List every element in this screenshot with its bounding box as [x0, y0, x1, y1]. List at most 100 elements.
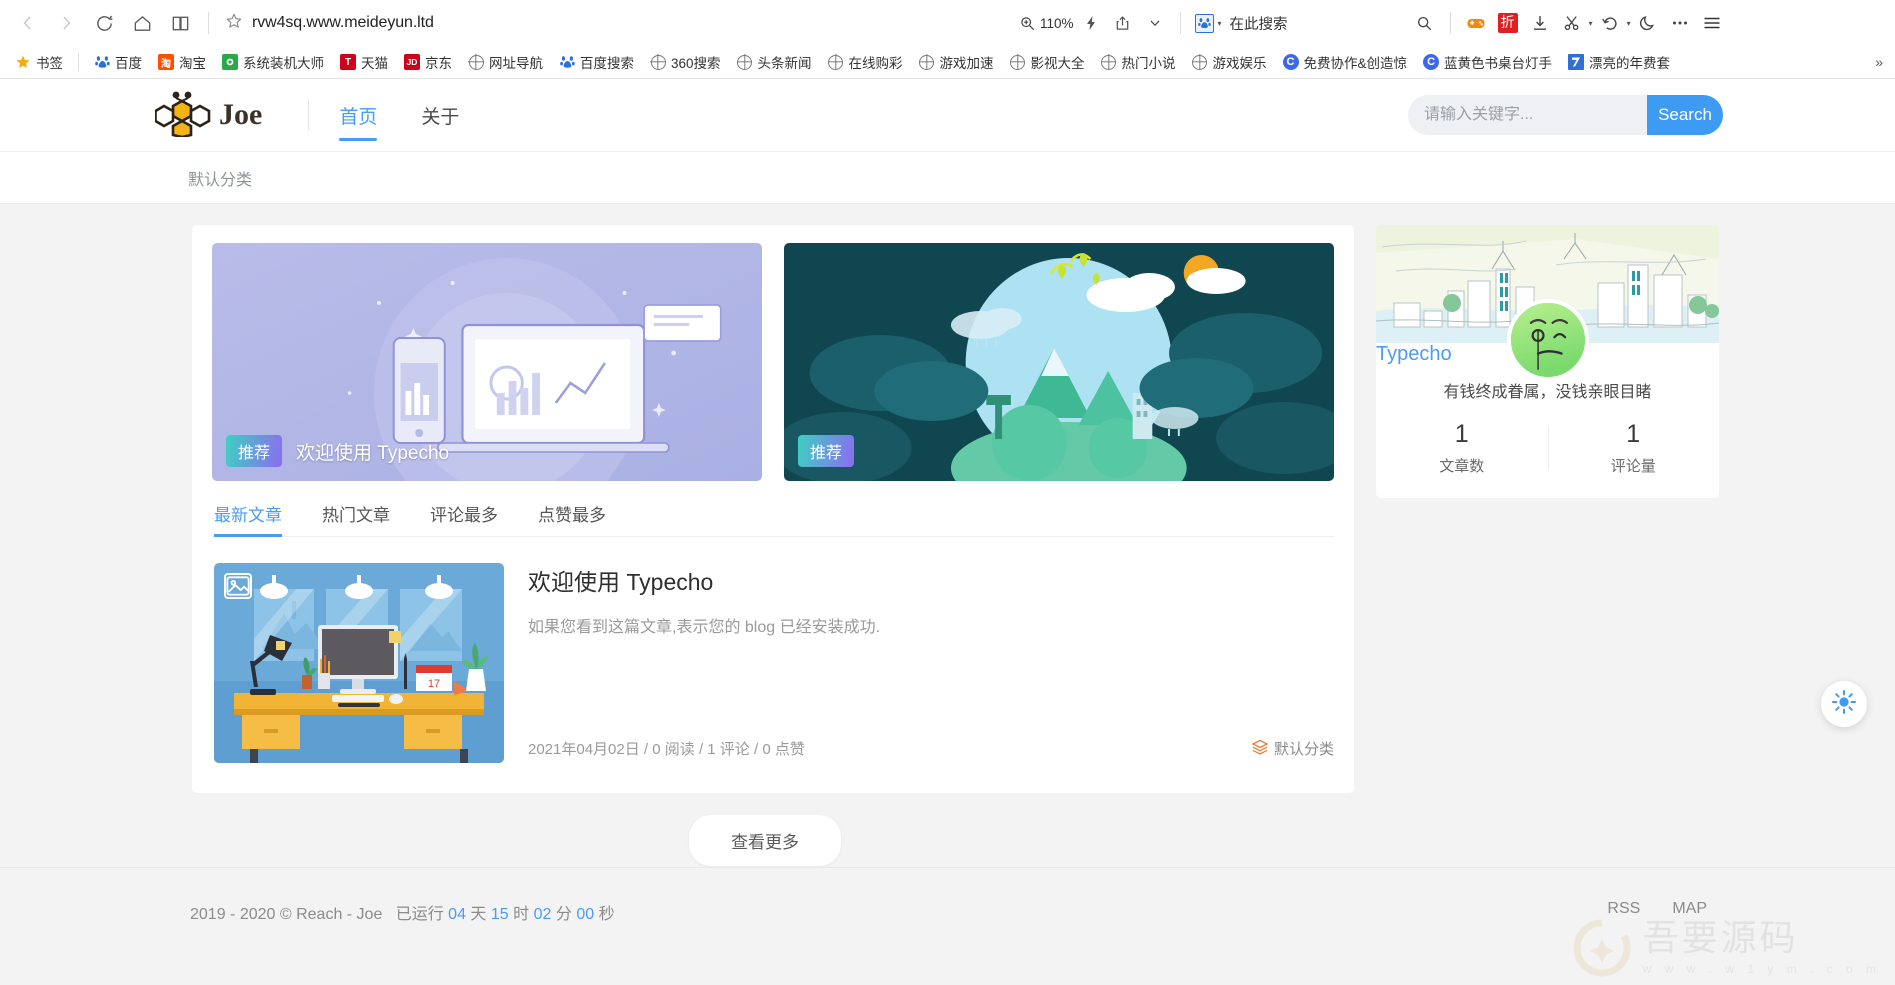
- tab-latest[interactable]: 最新文章: [214, 501, 282, 537]
- history-icon[interactable]: [1595, 8, 1625, 38]
- search-input[interactable]: [1408, 106, 1647, 124]
- bookmark-item-jd[interactable]: JD 京东: [397, 49, 459, 75]
- discount-label: 折: [1497, 13, 1518, 33]
- bookmark-item-novels[interactable]: 热门小说: [1094, 49, 1183, 75]
- bookmarks-bar: 书签 百度 淘 淘宝 系统装机大师 T 天猫 JD 京东 网址导航 百度搜索 3…: [0, 46, 1895, 79]
- taobao-icon: 淘: [158, 54, 174, 70]
- discount-icon[interactable]: 折: [1493, 8, 1523, 38]
- stat-value: 1: [1626, 420, 1641, 448]
- history-caret-icon[interactable]: ▾: [1627, 19, 1631, 28]
- more-options-icon[interactable]: [1665, 8, 1695, 38]
- cut-icon[interactable]: [1557, 8, 1587, 38]
- search-button[interactable]: Search: [1647, 95, 1723, 135]
- article-title[interactable]: 欢迎使用 Typecho: [528, 563, 1334, 597]
- article-meta: 2021年04月02日 / 0 阅读 / 1 评论 / 0 点赞 默认分类: [528, 738, 1334, 763]
- bookmark-star-item[interactable]: 书签: [8, 49, 70, 75]
- article-thumbnail[interactable]: 17: [214, 563, 504, 763]
- home-button[interactable]: [124, 5, 160, 41]
- menu-icon[interactable]: [1697, 8, 1727, 38]
- meta-sep: /: [753, 741, 759, 758]
- bookmark-star-icon[interactable]: [225, 12, 243, 35]
- search-engine-selector[interactable]: ▾ 在此搜索: [1194, 13, 1288, 34]
- article-description: 如果您看到这篇文章,表示您的 blog 已经安装成功.: [528, 619, 881, 636]
- tab-popular[interactable]: 热门文章: [322, 501, 390, 536]
- bookmark-item-toutiao[interactable]: 头条新闻: [730, 49, 819, 75]
- bookmark-item-baidu[interactable]: 百度: [87, 49, 149, 75]
- article-list-item[interactable]: 17 欢迎使用 Typecho 如果您看到这篇文章,表示您的 blog 已经安装…: [212, 537, 1334, 769]
- bookmark-label: 漂亮的年费套: [1589, 56, 1671, 71]
- bookmark-item-annual[interactable]: 漂亮的年费套: [1561, 49, 1677, 75]
- uptime-days: 04: [448, 906, 466, 923]
- bookmark-item-tmall[interactable]: T 天猫: [333, 49, 395, 75]
- nature-globe-illustration: [784, 243, 1334, 481]
- nav-item-home[interactable]: 首页: [339, 79, 378, 151]
- zoom-indicator[interactable]: 110%: [1019, 15, 1074, 32]
- bookmark-item-baidu-search[interactable]: 百度搜索: [552, 49, 641, 75]
- lightning-icon[interactable]: [1076, 8, 1106, 38]
- blue-square-icon: [1568, 54, 1585, 70]
- tab-most-likes[interactable]: 点赞最多: [538, 501, 606, 536]
- subnav-item-default-category[interactable]: 默认分类: [188, 166, 252, 190]
- subnav: 默认分类: [0, 151, 1895, 203]
- uptime-hours-unit: 时: [513, 906, 530, 923]
- globe-icon: [1101, 54, 1117, 70]
- nav-item-about[interactable]: 关于: [421, 79, 459, 151]
- gamepad-icon[interactable]: [1461, 8, 1491, 38]
- bookmark-item-360[interactable]: 360搜索: [643, 49, 728, 75]
- back-button[interactable]: [10, 5, 46, 41]
- load-more-row: 查看更多: [0, 815, 1530, 866]
- chevron-down-icon[interactable]: [1140, 8, 1170, 38]
- engine-caret-icon[interactable]: ▾: [1218, 19, 1222, 28]
- reload-button[interactable]: [86, 5, 122, 41]
- cut-caret-icon[interactable]: ▾: [1589, 19, 1593, 28]
- tab-most-comments[interactable]: 评论最多: [430, 501, 498, 536]
- load-more-button[interactable]: 查看更多: [689, 815, 841, 866]
- bookmark-label: 蓝黄色书桌台灯手: [1444, 56, 1553, 71]
- featured-card-1[interactable]: 推荐 欢迎使用 Typecho: [212, 243, 762, 481]
- profile-name[interactable]: Typecho: [1376, 343, 1452, 365]
- bookmark-item-game-boost[interactable]: 游戏加速: [912, 49, 1001, 75]
- bookmark-label: 网址导航: [489, 56, 543, 71]
- bookmark-label: 游戏娱乐: [1212, 56, 1267, 71]
- bee-logo-icon: [154, 89, 213, 142]
- download-icon[interactable]: [1525, 8, 1555, 38]
- featured-badge: 推荐: [798, 435, 855, 467]
- baidu-icon: [94, 54, 110, 70]
- bookmark-item-nav[interactable]: 网址导航: [461, 49, 550, 75]
- bookmark-item-canva-1[interactable]: C 免费协作&创造惊: [1276, 49, 1415, 75]
- bookmark-item-taobao[interactable]: 淘 淘宝: [151, 49, 213, 75]
- article-reads: 0 阅读: [652, 741, 695, 758]
- bookmark-item-lottery[interactable]: 在线购彩: [821, 49, 910, 75]
- bookmark-item-game-fun[interactable]: 游戏娱乐: [1185, 49, 1274, 75]
- bookmark-item-movies[interactable]: 影视大全: [1003, 49, 1092, 75]
- profile-motto: 有钱终成眷属，没钱亲眼目睹: [1443, 384, 1652, 401]
- url-text: rvw4sq.www.meideyun.ltd: [252, 14, 434, 31]
- image-icon: [224, 573, 252, 599]
- bookmark-divider: [78, 53, 79, 71]
- footer-link-rss[interactable]: RSS: [1607, 900, 1640, 918]
- toolbar-search-icon[interactable]: [1410, 8, 1440, 38]
- reading-list-button[interactable]: [162, 5, 198, 41]
- uptime-hours: 15: [490, 906, 509, 923]
- theme-toggle-button[interactable]: [1821, 681, 1867, 727]
- avatar[interactable]: [1506, 299, 1589, 381]
- bookmark-label: 京东: [425, 56, 452, 71]
- forward-button[interactable]: [48, 5, 84, 41]
- night-mode-icon[interactable]: [1633, 8, 1663, 38]
- footer-link-map[interactable]: MAP: [1672, 900, 1707, 918]
- article-comments: 1 评论: [707, 741, 750, 758]
- address-bar[interactable]: rvw4sq.www.meideyun.ltd: [219, 8, 1009, 38]
- site-header: Joe 首页 关于 Search: [0, 79, 1895, 151]
- main-column: 推荐 欢迎使用 Typecho 推荐 最新文章 热门文章 评论最多 点赞最多 1…: [192, 225, 1354, 793]
- bookmark-item-canva-2[interactable]: C 蓝黄色书桌台灯手: [1416, 49, 1559, 75]
- bookmark-label: 淘宝: [179, 56, 206, 71]
- tmall-icon: T: [340, 54, 356, 70]
- site-brand[interactable]: Joe: [154, 89, 262, 142]
- bookmarks-overflow-button[interactable]: »: [1875, 54, 1887, 70]
- share-icon[interactable]: [1108, 8, 1138, 38]
- featured-card-2[interactable]: 推荐: [784, 243, 1334, 481]
- article-likes: 0 点赞: [762, 741, 805, 758]
- bookmark-item-system-master[interactable]: 系统装机大师: [215, 49, 331, 75]
- profile-stats: 1 文章数 1 评论量: [1376, 420, 1719, 476]
- article-category[interactable]: 默认分类: [1251, 738, 1334, 759]
